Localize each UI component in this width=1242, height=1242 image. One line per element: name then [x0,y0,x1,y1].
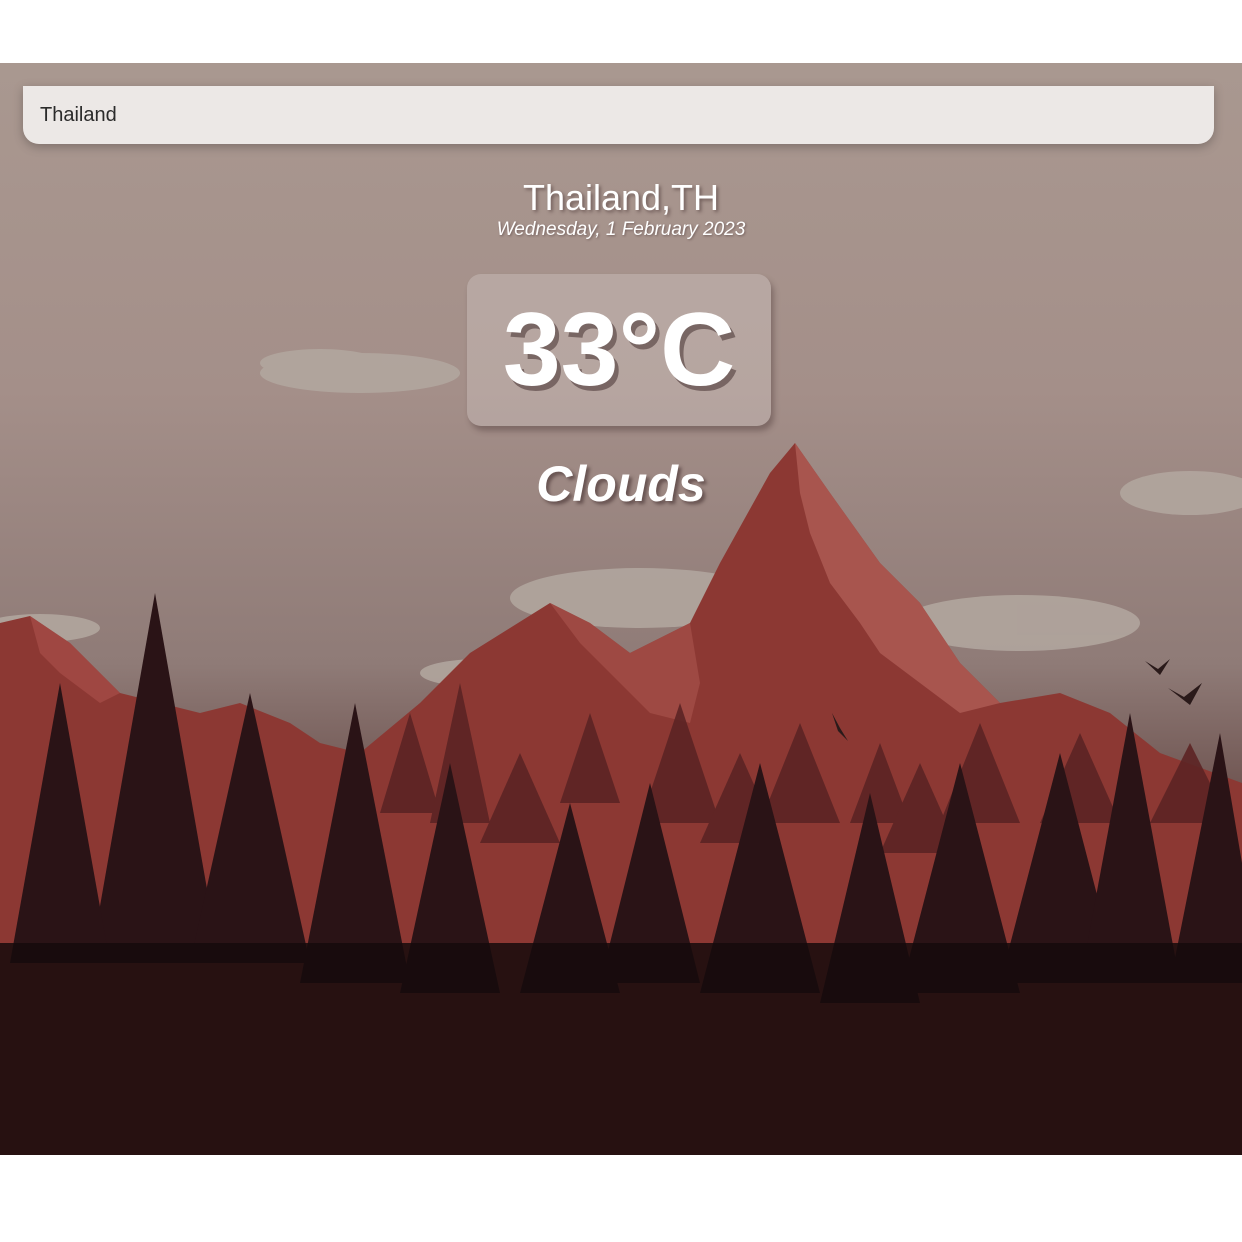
temperature-value: 33°C [502,292,736,408]
location-name: Thailand,TH [522,177,720,218]
current-date: Wednesday, 1 February 2023 [496,219,746,240]
search-input[interactable] [23,86,1214,144]
temperature-card: 33°C [467,274,771,426]
weather-app: Thailand,TH Wednesday, 1 February 2023 3… [0,63,1242,1155]
weather-condition: Clouds [536,456,706,512]
